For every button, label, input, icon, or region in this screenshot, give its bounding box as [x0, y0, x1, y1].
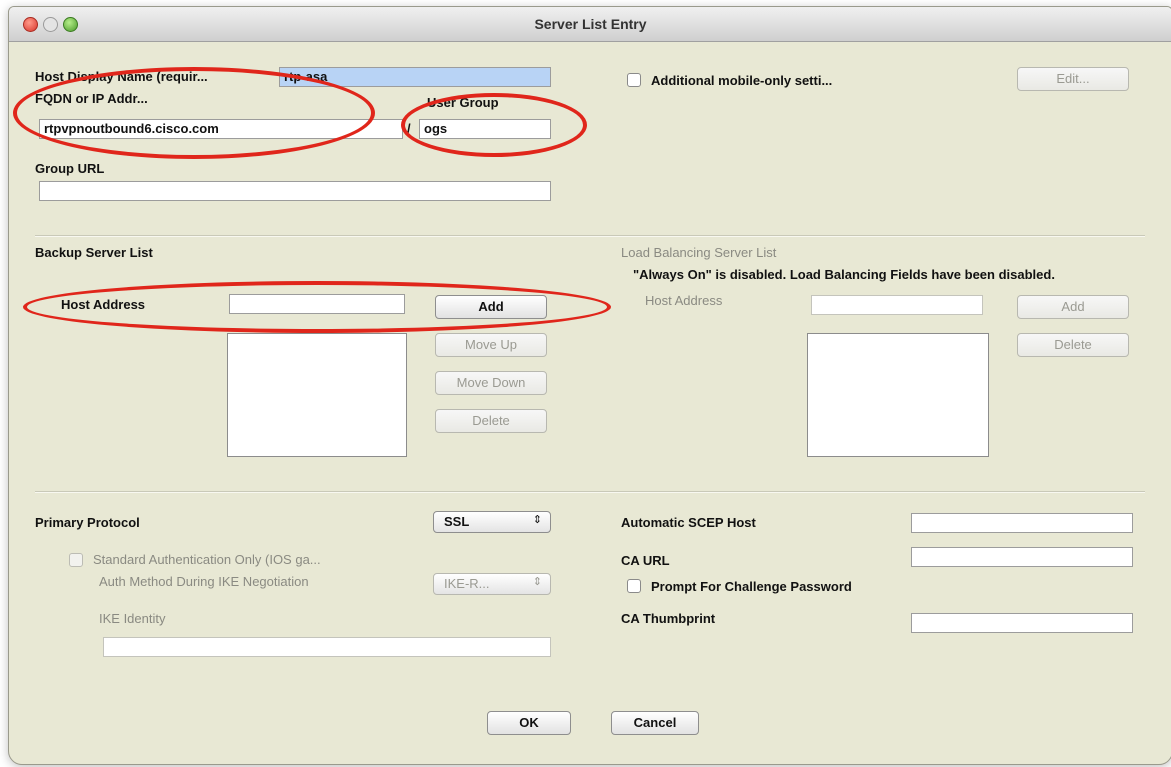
user-group-label: User Group	[427, 95, 499, 110]
backup-host-address-input[interactable]	[229, 294, 405, 314]
scep-host-input[interactable]	[911, 513, 1133, 533]
primary-protocol-value: SSL	[444, 514, 470, 529]
lb-delete-button[interactable]: Delete	[1017, 333, 1129, 357]
lb-host-address-input[interactable]	[811, 295, 983, 315]
prompt-password-checkbox[interactable]	[627, 579, 641, 593]
backup-server-list[interactable]	[227, 333, 407, 457]
load-balancing-notice: "Always On" is disabled. Load Balancing …	[633, 267, 1055, 282]
section-divider-2	[35, 491, 1145, 493]
ike-identity-input[interactable]	[103, 637, 551, 657]
host-display-name-input[interactable]: rtp-asa	[279, 67, 551, 87]
fqdn-label: FQDN or IP Addr...	[35, 91, 148, 106]
edit-button[interactable]: Edit...	[1017, 67, 1129, 91]
group-url-label: Group URL	[35, 161, 105, 176]
move-down-button[interactable]: Move Down	[435, 371, 547, 395]
auth-method-select[interactable]: IKE-R... ⇕	[433, 573, 551, 595]
lb-host-address-label: Host Address	[645, 293, 723, 308]
load-balancing-heading: Load Balancing Server List	[621, 245, 777, 260]
backup-delete-button[interactable]: Delete	[435, 409, 547, 433]
standard-auth-label: Standard Authentication Only (IOS ga...	[93, 552, 321, 567]
prompt-password-label: Prompt For Challenge Password	[651, 579, 852, 594]
user-group-input[interactable]: ogs	[419, 119, 551, 139]
ike-identity-label: IKE Identity	[99, 611, 166, 626]
fqdn-input[interactable]: rtpvpnoutbound6.cisco.com	[39, 119, 403, 139]
primary-protocol-label: Primary Protocol	[35, 515, 140, 530]
window-title: Server List Entry	[534, 16, 647, 32]
fqdn-group-separator: /	[407, 121, 411, 136]
ca-thumbprint-label: CA Thumbprint	[621, 611, 716, 626]
primary-protocol-select[interactable]: SSL ⇕	[433, 511, 551, 533]
title-bar[interactable]: Server List Entry	[9, 7, 1171, 42]
ca-thumbprint-input[interactable]	[911, 613, 1133, 633]
auth-method-value: IKE-R...	[444, 576, 490, 591]
mobile-settings-checkbox[interactable]	[627, 73, 641, 87]
lb-server-list[interactable]	[807, 333, 989, 457]
standard-auth-checkbox[interactable]	[69, 553, 83, 567]
host-display-name-label: Host Display Name (requir...	[35, 69, 208, 84]
server-list-entry-window: Server List Entry Host Display Name (req…	[8, 6, 1171, 765]
backup-host-address-label: Host Address	[61, 297, 146, 312]
move-up-button[interactable]: Move Up	[435, 333, 547, 357]
popup-arrows-icon: ⇕	[532, 514, 542, 526]
auth-method-label: Auth Method During IKE Negotiation	[99, 574, 309, 589]
ok-button[interactable]: OK	[487, 711, 571, 735]
cancel-button[interactable]: Cancel	[611, 711, 699, 735]
ca-url-input[interactable]	[911, 547, 1133, 567]
ca-url-label: CA URL	[621, 553, 670, 568]
backup-add-button[interactable]: Add	[435, 295, 547, 319]
backup-server-heading: Backup Server List	[35, 245, 153, 260]
lb-add-button[interactable]: Add	[1017, 295, 1129, 319]
scep-host-label: Automatic SCEP Host	[621, 515, 756, 530]
group-url-input[interactable]	[39, 181, 551, 201]
mobile-settings-label: Additional mobile-only setti...	[651, 73, 833, 88]
popup-arrows-icon: ⇕	[532, 576, 542, 588]
section-divider	[35, 235, 1145, 237]
